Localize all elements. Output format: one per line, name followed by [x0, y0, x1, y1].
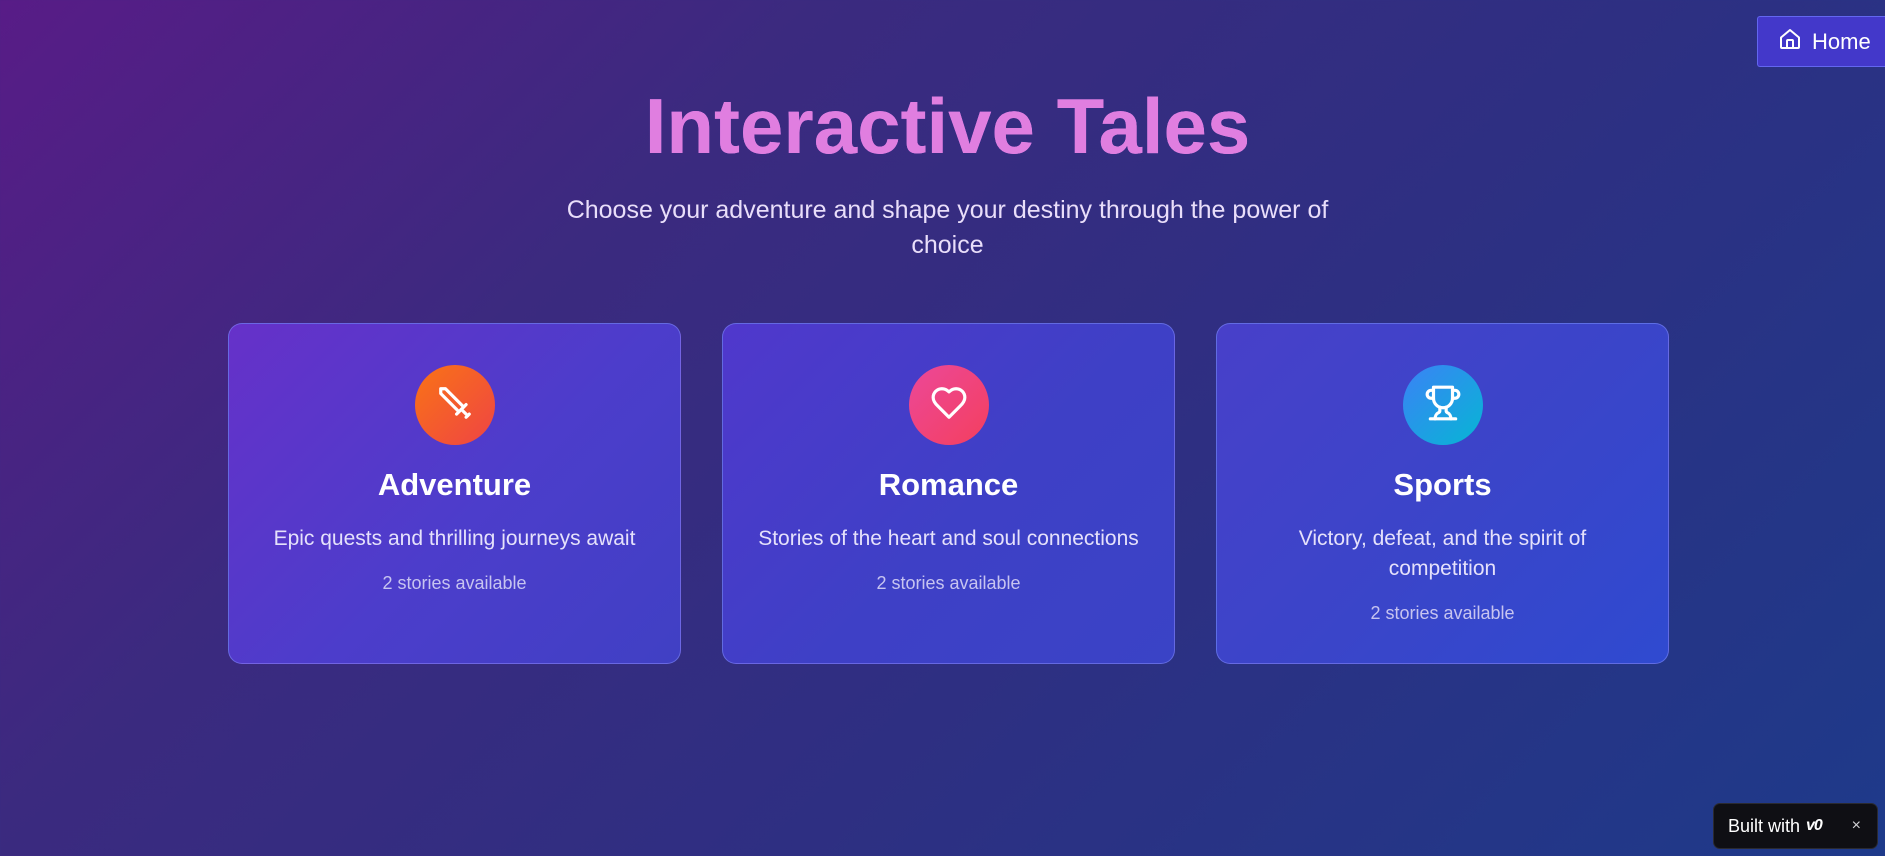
page-subtitle: Choose your adventure and shape your des… [566, 196, 1329, 259]
category-card-sports[interactable]: Sports Victory, defeat, and the spirit o… [1216, 323, 1669, 664]
category-story-count: 2 stories available [382, 573, 527, 593]
category-card-adventure[interactable]: Adventure Epic quests and thrilling jour… [228, 323, 681, 664]
category-description: Victory, defeat, and the spirit of compe… [1298, 527, 1587, 580]
sports-icon-badge [1402, 365, 1483, 445]
built-with-badge[interactable]: Built with v0 × [1713, 803, 1878, 849]
home-button[interactable]: Home [1757, 16, 1885, 67]
page-title: Interactive Tales [0, 80, 1885, 172]
sword-icon [436, 384, 474, 427]
category-story-count: 2 stories available [1370, 603, 1515, 623]
built-with-label: Built with [1728, 815, 1801, 836]
romance-icon-badge [908, 365, 989, 445]
category-description: Stories of the heart and soul connection… [758, 527, 1139, 550]
home-icon [1778, 27, 1802, 56]
trophy-icon [1424, 384, 1462, 427]
heart-icon [930, 384, 968, 427]
hero-subtitle-wrap: Choose your adventure and shape your des… [0, 193, 1885, 263]
home-button-label: Home [1812, 28, 1871, 54]
category-story-count: 2 stories available [876, 573, 1021, 593]
adventure-icon-badge [414, 365, 495, 445]
category-title: Romance [878, 467, 1019, 502]
category-title: Sports [1393, 467, 1492, 502]
category-title: Adventure [377, 467, 532, 502]
category-grid: Adventure Epic quests and thrilling jour… [228, 323, 1669, 664]
hero: Interactive Tales [0, 80, 1885, 172]
close-icon[interactable]: × [1852, 817, 1861, 835]
category-card-romance[interactable]: Romance Stories of the heart and soul co… [722, 323, 1175, 664]
v0-logo-icon: v0 [1806, 817, 1823, 834]
category-description: Epic quests and thrilling journeys await [273, 527, 636, 550]
